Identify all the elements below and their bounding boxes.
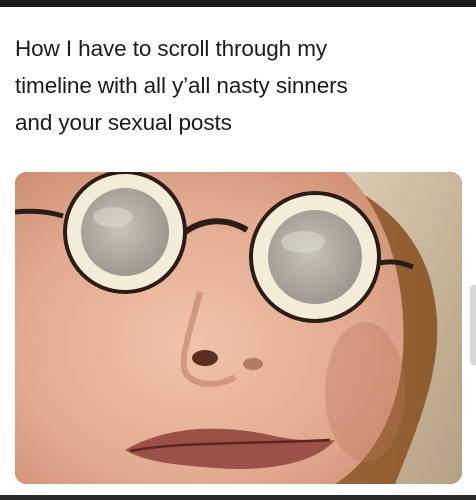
- left-lens: [63, 172, 187, 294]
- post-caption: How I have to scroll through my timeline…: [15, 30, 455, 141]
- face-closeup-illustration: [15, 172, 462, 484]
- caption-line-1: How I have to scroll through my: [15, 36, 328, 61]
- meme-photo: [15, 172, 462, 484]
- top-edge-bar: [0, 0, 476, 7]
- right-lens: [249, 191, 381, 323]
- scroll-edge-tab: [470, 285, 476, 365]
- bottom-edge-bar: [0, 495, 476, 500]
- nostril: [192, 350, 218, 366]
- caption-line-3: and your sexual posts: [15, 110, 232, 135]
- caption-line-2: timeline with all y’all nasty sinners: [15, 73, 348, 98]
